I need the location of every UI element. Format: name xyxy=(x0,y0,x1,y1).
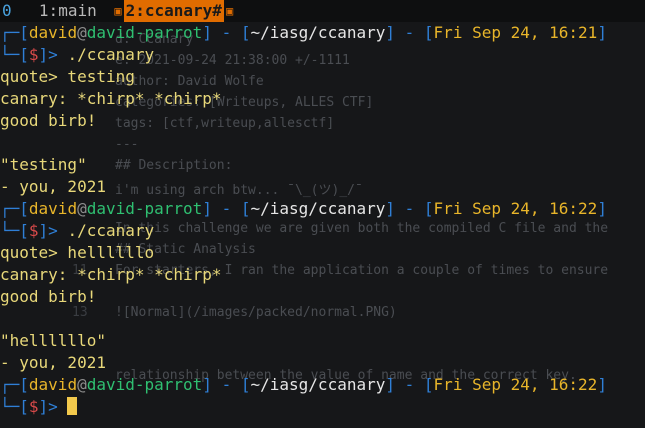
prompt-bracket: ] xyxy=(597,23,607,42)
prompt-bracket: ] xyxy=(597,199,607,218)
prompt-bracket: ] xyxy=(597,375,607,394)
output-line: canary: *chirp* *chirp* xyxy=(0,265,222,284)
prompt-arrow: ]> xyxy=(38,45,68,64)
prompt-bracket: ┌─[ xyxy=(0,375,29,394)
prompt-bracket: ] xyxy=(202,23,212,42)
output-line: quote> testing xyxy=(0,67,135,86)
tab-index: 1 xyxy=(38,1,49,20)
output-line: "hellllllo" xyxy=(0,331,106,350)
prompt-separator: - xyxy=(395,375,424,394)
tab-ccanary[interactable]: 2:ccanary# xyxy=(123,0,224,22)
output-line: canary: *chirp* *chirp* xyxy=(0,89,222,108)
command-text: ./ccanary xyxy=(67,221,155,240)
prompt-arrow: ]> xyxy=(38,397,68,416)
pane-icon: ▣ xyxy=(225,4,234,18)
prompt-bracket: ] xyxy=(202,199,212,218)
prompt-bracket: └─[ xyxy=(0,397,29,416)
command-text: ./ccanary xyxy=(67,45,155,64)
prompt-line: ┌─[david@david-parrot] - [~/iasg/ccanary… xyxy=(0,22,645,44)
output-line: - you, 2021 xyxy=(0,353,106,372)
tab-main[interactable]: 1:main xyxy=(37,0,99,22)
output-line: "testing" xyxy=(0,155,87,174)
prompt-path: ~/iasg/ccanary xyxy=(250,23,386,42)
prompt-separator: - xyxy=(395,199,424,218)
command-line[interactable]: └─[$]> ./ccanary xyxy=(0,220,645,242)
prompt-bracket: [ xyxy=(240,23,251,42)
prompt-date: Fri Sep 24, 16:21 xyxy=(433,23,598,42)
prompt-separator: - xyxy=(211,23,241,42)
tab-label: main xyxy=(58,1,97,20)
prompt-bracket: [ xyxy=(423,375,434,394)
prompt-bracket: ┌─[ xyxy=(0,199,29,218)
prompt-sign: $ xyxy=(28,45,39,64)
prompt-bracket: [ xyxy=(423,23,434,42)
tab-index: 0 xyxy=(2,1,12,20)
prompt-path: ~/iasg/ccanary xyxy=(250,375,386,394)
output-line: quote> hellllllo xyxy=(0,243,155,262)
output-line: good birb! xyxy=(0,111,97,130)
prompt-bracket: ┌─[ xyxy=(0,23,29,42)
prompt-line: ┌─[david@david-parrot] - [~/iasg/ccanary… xyxy=(0,198,645,220)
prompt-bracket: [ xyxy=(423,199,434,218)
prompt-host: david-parrot xyxy=(86,375,203,394)
output-line: - you, 2021 xyxy=(0,177,106,196)
terminal-output[interactable]: ┌─[david@david-parrot] - [~/iasg/ccanary… xyxy=(0,22,645,428)
prompt-separator: - xyxy=(211,375,241,394)
terminal-cursor xyxy=(67,397,78,415)
prompt-path: ~/iasg/ccanary xyxy=(250,199,386,218)
prompt-line: ┌─[david@david-parrot] - [~/iasg/ccanary… xyxy=(0,374,645,396)
prompt-bracket: ] xyxy=(202,375,212,394)
prompt-user: david xyxy=(28,375,78,394)
prompt-bracket: └─[ xyxy=(0,221,29,240)
prompt-bracket: ] xyxy=(385,199,395,218)
prompt-bracket: [ xyxy=(240,375,251,394)
prompt-at: @ xyxy=(77,375,87,394)
prompt-sign: $ xyxy=(28,221,39,240)
prompt-user: david xyxy=(28,23,78,42)
command-line[interactable]: └─[$]> ./ccanary xyxy=(0,44,645,66)
prompt-date: Fri Sep 24, 16:22 xyxy=(433,199,598,218)
prompt-user: david xyxy=(28,199,78,218)
prompt-host: david-parrot xyxy=(86,23,203,42)
pane-icon: ▣ xyxy=(114,4,122,18)
prompt-at: @ xyxy=(77,199,87,218)
prompt-bracket: └─[ xyxy=(0,45,29,64)
prompt-at: @ xyxy=(77,23,87,42)
prompt-bracket: ] xyxy=(385,23,395,42)
tab-index: 2 xyxy=(125,1,136,20)
prompt-separator: - xyxy=(211,199,241,218)
output-line: good birb! xyxy=(0,287,97,306)
prompt-bracket: [ xyxy=(240,199,251,218)
prompt-separator: - xyxy=(395,23,424,42)
prompt-sign: $ xyxy=(28,397,39,416)
prompt-bracket: ] xyxy=(385,375,395,394)
prompt-arrow: ]> xyxy=(38,221,68,240)
tmux-status-bar: 0 1:main ▣ 2:ccanary# ▣ xyxy=(0,0,645,22)
prompt-host: david-parrot xyxy=(86,199,203,218)
command-line[interactable]: └─[$]> xyxy=(0,396,645,418)
tab-0[interactable]: 0 xyxy=(0,0,14,22)
tab-label: ccanary# xyxy=(144,1,222,20)
prompt-date: Fri Sep 24, 16:22 xyxy=(433,375,598,394)
